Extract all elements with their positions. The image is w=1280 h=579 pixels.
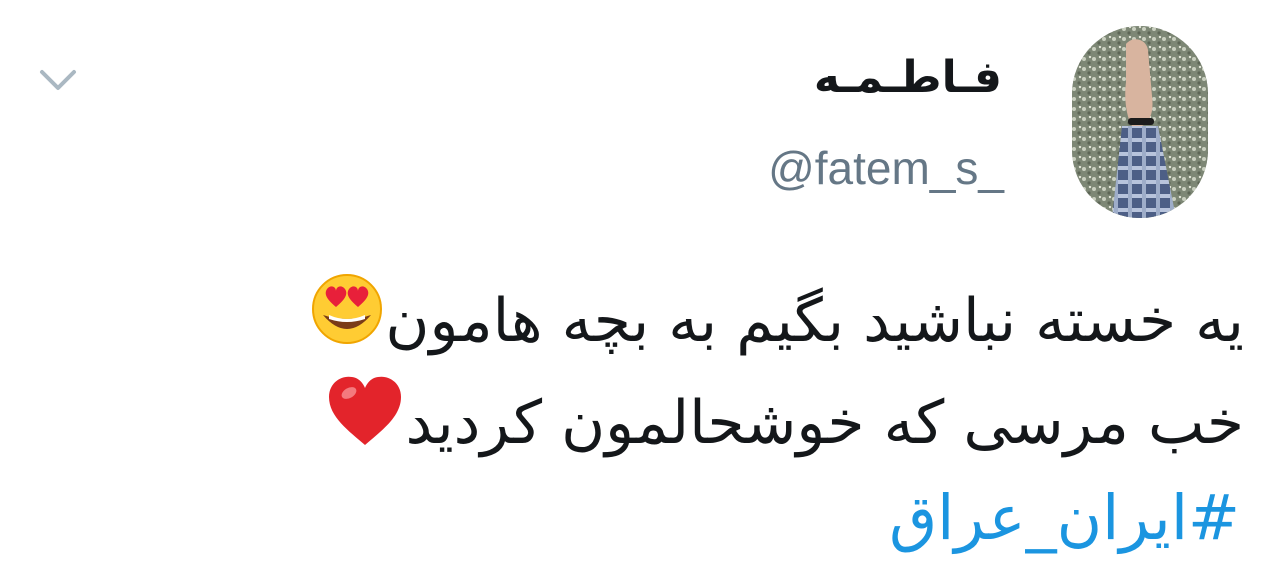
user-handle[interactable]: @fatem_s_	[768, 140, 1004, 196]
heart-eyes-emoji-icon	[309, 271, 385, 378]
tweet-text-line: یه خسته نباشید بگیم به بچه هامون	[144, 270, 1244, 372]
chevron-down-icon[interactable]	[36, 58, 80, 102]
tweet-text-line-1: یه خسته نباشید بگیم به بچه هامون	[385, 286, 1244, 356]
avatar[interactable]	[1072, 26, 1208, 218]
tweet-card: فـاطـمـه @fatem_s_ یه خسته نباشید بگیم ب…	[0, 0, 1280, 579]
tweet-text: یه خسته نباشید بگیم به بچه هامون خب مرسی…	[144, 270, 1244, 474]
tweet-text-line-2: خب مرسی که خوشحالمون کردید	[405, 388, 1244, 458]
hashtag-link[interactable]: #ایران_عراق	[889, 478, 1240, 558]
tweet-text-line: خب مرسی که خوشحالمون کردید	[144, 372, 1244, 474]
red-heart-emoji-icon	[325, 373, 405, 480]
display-name[interactable]: فـاطـمـه	[814, 50, 1002, 106]
